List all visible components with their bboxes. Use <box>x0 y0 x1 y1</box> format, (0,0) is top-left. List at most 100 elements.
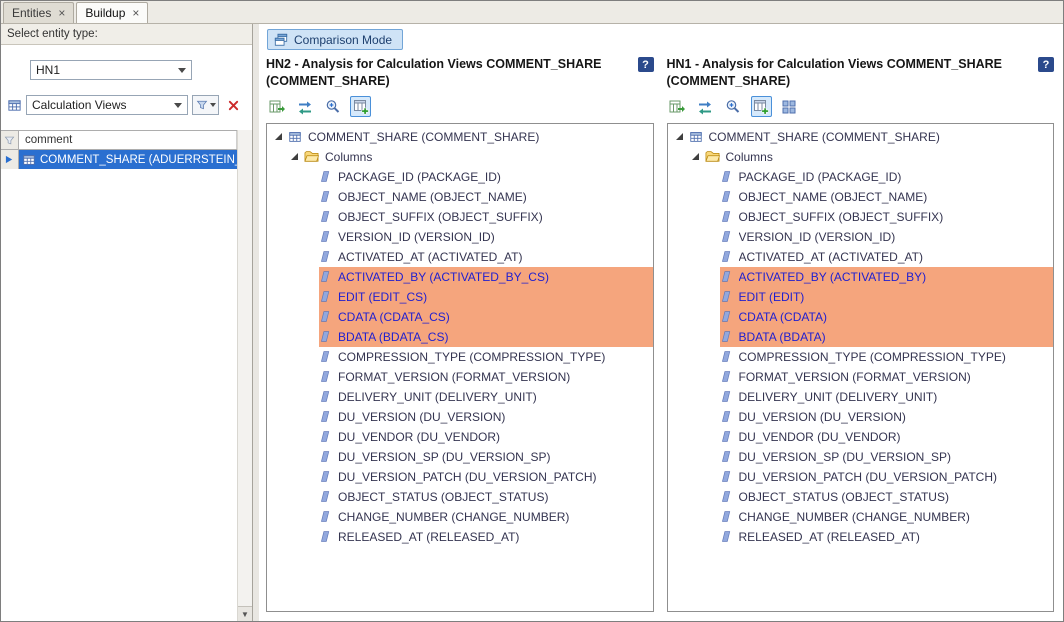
tab-buildup[interactable]: Buildup × <box>76 2 148 23</box>
tree-column-item[interactable]: OBJECT_NAME (OBJECT_NAME) <box>668 187 1054 207</box>
tree-column-item[interactable]: DU_VERSION_PATCH (DU_VERSION_PATCH) <box>267 467 653 487</box>
help-icon[interactable]: ? <box>1038 57 1054 72</box>
tree-column-item[interactable]: CHANGE_NUMBER (CHANGE_NUMBER) <box>267 507 653 527</box>
tree-column-item[interactable]: ACTIVATED_BY (ACTIVATED_BY) <box>668 267 1054 287</box>
tree-column-item[interactable]: DU_VENDOR (DU_VENDOR) <box>267 427 653 447</box>
tree-column-item[interactable]: VERSION_ID (VERSION_ID) <box>668 227 1054 247</box>
tree-column-item[interactable]: DU_VERSION_SP (DU_VERSION_SP) <box>668 447 1054 467</box>
tree-column-item[interactable]: VERSION_ID (VERSION_ID) <box>267 227 653 247</box>
tree-column-item[interactable]: ACTIVATED_BY (ACTIVATED_BY_CS) <box>267 267 653 287</box>
scroll-down-icon[interactable]: ▼ <box>238 606 252 621</box>
entity-type-dropdown[interactable]: HN1 <box>30 60 192 80</box>
tree-column-item[interactable]: PACKAGE_ID (PACKAGE_ID) <box>267 167 653 187</box>
add-table-icon[interactable] <box>350 96 371 117</box>
tree-column-item[interactable]: RELEASED_AT (RELEASED_AT) <box>267 527 653 547</box>
panel-hn2-toolbar <box>266 94 654 120</box>
column-icon <box>319 190 332 203</box>
tab-bar: Entities × Buildup × <box>1 1 1063 24</box>
tree-root-row[interactable]: COMMENT_SHARE (COMMENT_SHARE) <box>668 127 1054 147</box>
tree-column-item[interactable]: FORMAT_VERSION (FORMAT_VERSION) <box>267 367 653 387</box>
tree-item-label: FORMAT_VERSION (FORMAT_VERSION) <box>739 370 971 384</box>
tree-column-item[interactable]: EDIT (EDIT_CS) <box>267 287 653 307</box>
column-icon <box>720 410 733 423</box>
comparison-mode-label: Comparison Mode <box>294 33 392 47</box>
expand-icon[interactable] <box>692 153 699 160</box>
help-icon[interactable]: ? <box>638 57 654 72</box>
clear-filter-button[interactable] <box>223 95 243 115</box>
tree-root-row[interactable]: COMMENT_SHARE (COMMENT_SHARE) <box>267 127 653 147</box>
table-icon <box>689 130 703 144</box>
close-icon[interactable]: × <box>58 7 65 19</box>
expand-icon[interactable] <box>291 153 298 160</box>
expand-icon[interactable] <box>275 133 282 140</box>
tree-hn2: COMMENT_SHARE (COMMENT_SHARE) Columns <box>266 123 654 612</box>
tree-column-item[interactable]: BDATA (BDATA) <box>668 327 1054 347</box>
tree-folder-row[interactable]: Columns <box>668 147 1054 167</box>
tree-column-item[interactable]: EDIT (EDIT) <box>668 287 1054 307</box>
add-table-icon[interactable] <box>751 96 772 117</box>
tree-column-item[interactable]: DU_VERSION_SP (DU_VERSION_SP) <box>267 447 653 467</box>
tree-item-label: ACTIVATED_AT (ACTIVATED_AT) <box>338 250 522 264</box>
tree-column-item[interactable]: DU_VENDOR (DU_VENDOR) <box>668 427 1054 447</box>
table-icon <box>22 153 36 167</box>
tree-column-item[interactable]: DU_VERSION (DU_VERSION) <box>267 407 653 427</box>
tree-column-item[interactable]: OBJECT_STATUS (OBJECT_STATUS) <box>267 487 653 507</box>
tree-column-item[interactable]: DU_VERSION (DU_VERSION) <box>668 407 1054 427</box>
tree-item-label: OBJECT_NAME (OBJECT_NAME) <box>739 190 928 204</box>
close-icon[interactable]: × <box>132 7 139 19</box>
transfer-icon[interactable] <box>294 96 315 117</box>
view-type-dropdown[interactable]: Calculation Views <box>26 95 188 115</box>
table-corner-cell[interactable] <box>1 131 19 149</box>
entity-row-selected[interactable]: COMMENT_SHARE (ADUERRSTEIN_T <box>19 150 237 169</box>
tree-item-label: RELEASED_AT (RELEASED_AT) <box>338 530 519 544</box>
tree-column-item[interactable]: CHANGE_NUMBER (CHANGE_NUMBER) <box>668 507 1054 527</box>
tab-entities[interactable]: Entities × <box>3 2 74 23</box>
tree-column-item[interactable]: PACKAGE_ID (PACKAGE_ID) <box>668 167 1054 187</box>
tree-column-item[interactable]: OBJECT_STATUS (OBJECT_STATUS) <box>668 487 1054 507</box>
comparison-mode-button[interactable]: Comparison Mode <box>267 29 403 50</box>
tree-folder-row[interactable]: Columns <box>267 147 653 167</box>
column-icon <box>720 250 733 263</box>
column-icon <box>319 490 332 503</box>
tree-column-item[interactable]: DELIVERY_UNIT (DELIVERY_UNIT) <box>668 387 1054 407</box>
tiles-icon[interactable] <box>779 96 800 117</box>
tree-column-item[interactable]: RELEASED_AT (RELEASED_AT) <box>668 527 1054 547</box>
tree-column-item[interactable]: FORMAT_VERSION (FORMAT_VERSION) <box>668 367 1054 387</box>
tree-column-item[interactable]: ACTIVATED_AT (ACTIVATED_AT) <box>267 247 653 267</box>
transfer-icon[interactable] <box>695 96 716 117</box>
zoom-in-icon[interactable] <box>723 96 744 117</box>
tree-column-item[interactable]: CDATA (CDATA_CS) <box>267 307 653 327</box>
column-icon <box>319 250 332 263</box>
tree-column-item[interactable]: BDATA (BDATA_CS) <box>267 327 653 347</box>
column-icon <box>720 330 733 343</box>
column-icon <box>720 210 733 223</box>
expand-icon[interactable] <box>676 133 683 140</box>
tree-column-item[interactable]: COMPRESSION_TYPE (COMPRESSION_TYPE) <box>668 347 1054 367</box>
tree-column-item[interactable]: DU_VERSION_PATCH (DU_VERSION_PATCH) <box>668 467 1054 487</box>
funnel-icon <box>4 135 15 146</box>
sidebar-scrollbar[interactable]: ▼ <box>237 130 252 621</box>
entity-type-value: HN1 <box>36 63 60 77</box>
tree-column-item[interactable]: DELIVERY_UNIT (DELIVERY_UNIT) <box>267 387 653 407</box>
comment-column-header[interactable]: comment <box>19 131 237 149</box>
tree-column-item[interactable]: OBJECT_NAME (OBJECT_NAME) <box>267 187 653 207</box>
tree-column-item[interactable]: COMPRESSION_TYPE (COMPRESSION_TYPE) <box>267 347 653 367</box>
chevron-down-icon <box>174 103 182 108</box>
tree-item-label: DELIVERY_UNIT (DELIVERY_UNIT) <box>739 390 938 404</box>
column-icon <box>720 450 733 463</box>
tree-item-label: DELIVERY_UNIT (DELIVERY_UNIT) <box>338 390 537 404</box>
export-icon[interactable] <box>667 96 688 117</box>
column-icon <box>319 290 332 303</box>
zoom-in-icon[interactable] <box>322 96 343 117</box>
tab-buildup-label: Buildup <box>85 6 125 20</box>
sidebar-header: Select entity type: <box>1 24 252 45</box>
column-icon <box>720 310 733 323</box>
export-icon[interactable] <box>266 96 287 117</box>
tree-item-label: DU_VERSION_SP (DU_VERSION_SP) <box>338 450 551 464</box>
filter-button[interactable] <box>192 95 219 115</box>
tree-column-item[interactable]: OBJECT_SUFFIX (OBJECT_SUFFIX) <box>668 207 1054 227</box>
tree-column-item[interactable]: ACTIVATED_AT (ACTIVATED_AT) <box>668 247 1054 267</box>
tree-column-item[interactable]: OBJECT_SUFFIX (OBJECT_SUFFIX) <box>267 207 653 227</box>
tree-column-item[interactable]: CDATA (CDATA) <box>668 307 1054 327</box>
entity-row[interactable]: COMMENT_SHARE (ADUERRSTEIN_T <box>1 150 237 169</box>
